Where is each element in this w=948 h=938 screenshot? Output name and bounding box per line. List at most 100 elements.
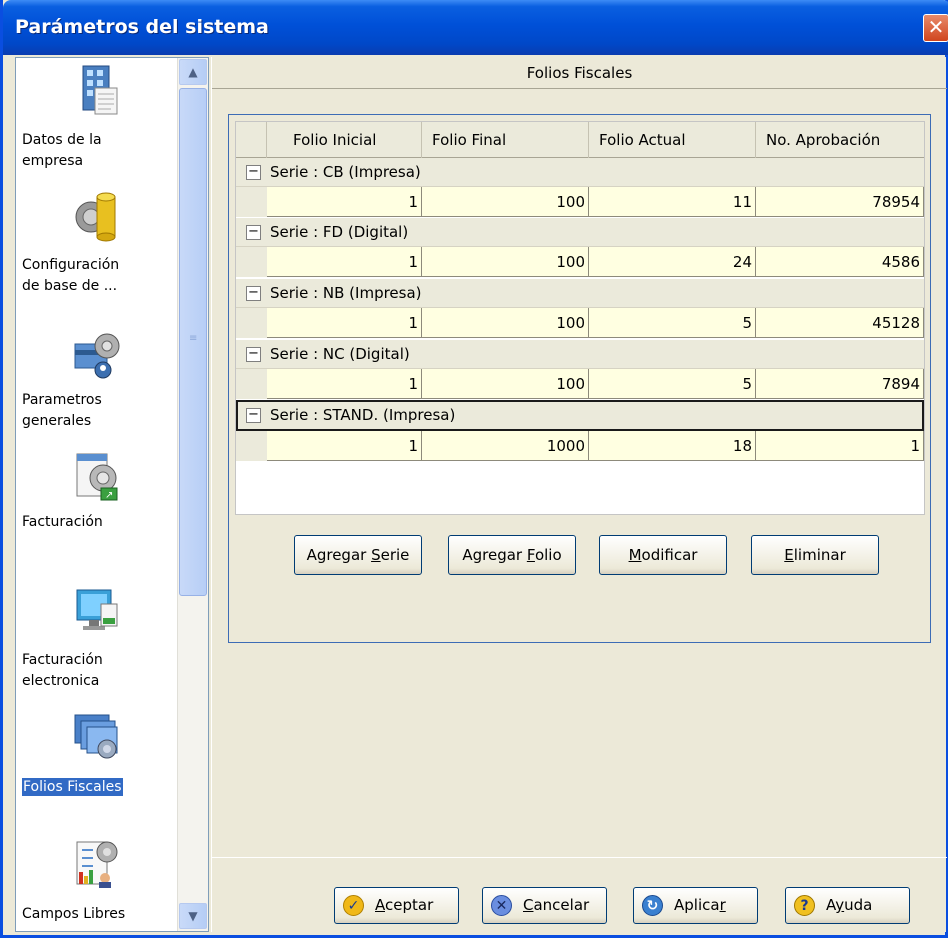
checkmark-icon: ✓ <box>343 895 364 916</box>
sidebar-item-label: Datos de la empresa <box>22 132 102 169</box>
grip-icon: ≡ <box>189 333 198 344</box>
sidebar-item-facturacion-electronica[interactable]: Facturación electronica <box>16 584 178 692</box>
sidebar-item-label: Parametros generales <box>22 392 102 429</box>
series-group-row[interactable]: − Serie : NC (Digital) <box>236 340 924 369</box>
scroll-thumb[interactable]: ≡ <box>179 88 207 596</box>
aceptar-button[interactable]: ✓ Aceptar <box>334 887 459 924</box>
column-no-aprobacion[interactable]: No. Aprobación <box>756 122 924 158</box>
column-folio-final[interactable]: Folio Final <box>422 122 589 158</box>
cell-aprobacion[interactable]: 78954 <box>756 187 924 217</box>
series-label: Serie : NC (Digital) <box>270 345 410 363</box>
series-group-row[interactable]: − Serie : FD (Digital) <box>236 218 924 247</box>
agregar-serie-button[interactable]: Agregar Serie <box>294 535 422 575</box>
aceptar-label: Aceptar <box>375 896 434 914</box>
table-row[interactable]: 1 100 5 7894 <box>236 369 924 399</box>
collapse-icon[interactable]: − <box>246 347 261 362</box>
svg-text:↗: ↗ <box>105 490 113 501</box>
grid-header: Folio Inicial Folio Final Folio Actual N… <box>236 122 924 158</box>
series-label: Serie : STAND. (Impresa) <box>270 406 456 424</box>
collapse-icon[interactable]: − <box>246 165 261 180</box>
cell-aprobacion[interactable]: 4586 <box>756 247 924 277</box>
ayuda-button[interactable]: ? Ayuda <box>785 887 910 924</box>
system-parameters-window: Parámetros del sistema ✕ Datos de la emp… <box>0 0 948 938</box>
scroll-down-button[interactable]: ▼ <box>179 903 207 929</box>
cancelar-label: Cancelar <box>523 896 590 914</box>
refresh-icon: ↻ <box>642 895 663 916</box>
series-label: Serie : NB (Impresa) <box>270 284 422 302</box>
cell-folio-final[interactable]: 100 <box>422 308 589 338</box>
database-icon <box>73 191 121 243</box>
cell-folio-actual[interactable]: 5 <box>589 369 756 399</box>
sidebar-item-label: Campos Libres <box>22 906 126 922</box>
cell-folio-actual[interactable]: 11 <box>589 187 756 217</box>
sidebar-item-label: Configuración de base de ... <box>22 257 120 294</box>
collapse-icon[interactable]: − <box>246 408 261 423</box>
modificar-button[interactable]: Modificar <box>599 535 727 575</box>
cancel-x-icon: ✕ <box>491 895 512 916</box>
sidebar-scrollbar[interactable]: ▲ ≡ ▼ <box>177 58 208 931</box>
electronic-invoice-icon <box>73 584 121 636</box>
cell-folio-final[interactable]: 100 <box>422 369 589 399</box>
cell-aprobacion[interactable]: 1 <box>756 431 924 461</box>
settings-card-icon <box>73 328 121 380</box>
cell-folio-actual[interactable]: 5 <box>589 308 756 338</box>
sidebar-list: Datos de la empresa Configuración de base … <box>16 58 178 931</box>
sidebar: Datos de la empresa Configuración de base … <box>15 57 209 932</box>
ayuda-label: Ayuda <box>826 896 873 914</box>
cell-folio-actual[interactable]: 24 <box>589 247 756 277</box>
cell-folio-inicial[interactable]: 1 <box>267 308 422 338</box>
series-label: Serie : CB (Impresa) <box>270 163 421 181</box>
column-folio-actual[interactable]: Folio Actual <box>589 122 756 158</box>
table-row[interactable]: 1 100 5 45128 <box>236 308 924 338</box>
cell-folio-final[interactable]: 100 <box>422 187 589 217</box>
folios-grid[interactable]: Folio Inicial Folio Final Folio Actual N… <box>235 121 925 515</box>
grid-header-indent <box>236 122 267 158</box>
fiscal-folios-icon <box>73 711 121 763</box>
dialog-buttons: ✓ Aceptar ✕ Cancelar ↻ Aplicar ? Ayuda <box>212 857 947 932</box>
window-title: Parámetros del sistema <box>15 16 269 38</box>
sidebar-item-label: Facturación <box>22 514 103 530</box>
collapse-icon[interactable]: − <box>246 286 261 301</box>
eliminar-button[interactable]: Eliminar <box>751 535 879 575</box>
cell-folio-inicial[interactable]: 1 <box>267 247 422 277</box>
sidebar-item-folios-fiscales[interactable]: Folios Fiscales <box>16 711 178 798</box>
sidebar-item-label: Folios Fiscales <box>21 777 124 797</box>
sidebar-item-label: Facturación electronica <box>22 652 103 689</box>
series-group-row-selected[interactable]: − Serie : STAND. (Impresa) <box>236 400 924 431</box>
free-fields-icon <box>73 838 121 890</box>
table-row[interactable]: 1 100 24 4586 <box>236 247 924 277</box>
cell-aprobacion[interactable]: 7894 <box>756 369 924 399</box>
cell-folio-inicial[interactable]: 1 <box>267 369 422 399</box>
series-group-row[interactable]: − Serie : CB (Impresa) <box>236 158 924 187</box>
collapse-icon[interactable]: − <box>246 225 261 240</box>
folios-group: Folio Inicial Folio Final Folio Actual N… <box>228 114 931 643</box>
agregar-folio-button[interactable]: Agregar Folio <box>448 535 576 575</box>
close-button[interactable]: ✕ <box>923 14 948 42</box>
cell-aprobacion[interactable]: 45128 <box>756 308 924 338</box>
sidebar-item-campos-libres[interactable]: Campos Libres <box>16 838 178 925</box>
aplicar-label: Aplicar <box>674 896 726 914</box>
sidebar-item-configuracion-bd[interactable]: Configuración de base de ... <box>16 191 178 297</box>
table-row[interactable]: 1 100 11 78954 <box>236 187 924 217</box>
cell-folio-final[interactable]: 1000 <box>422 431 589 461</box>
cell-folio-inicial[interactable]: 1 <box>267 187 422 217</box>
series-label: Serie : FD (Digital) <box>270 223 409 241</box>
cell-folio-final[interactable]: 100 <box>422 247 589 277</box>
aplicar-button[interactable]: ↻ Aplicar <box>633 887 758 924</box>
cell-folio-inicial[interactable]: 1 <box>267 431 422 461</box>
title-bar: Parámetros del sistema ✕ <box>3 0 948 55</box>
series-group-row[interactable]: − Serie : NB (Impresa) <box>236 279 924 308</box>
main-panel: Folios Fiscales Folio Inicial Folio Fina… <box>211 57 947 932</box>
panel-title: Folios Fiscales <box>212 57 947 89</box>
invoice-icon: ↗ <box>73 450 121 502</box>
building-document-icon <box>73 64 121 116</box>
sidebar-item-facturacion[interactable]: ↗ Facturación <box>16 450 178 533</box>
cancelar-button[interactable]: ✕ Cancelar <box>482 887 607 924</box>
sidebar-item-datos-empresa[interactable]: Datos de la empresa <box>16 58 178 172</box>
scroll-up-button[interactable]: ▲ <box>179 59 207 85</box>
cell-folio-actual[interactable]: 18 <box>589 431 756 461</box>
table-row[interactable]: 1 1000 18 1 <box>236 431 924 461</box>
help-icon: ? <box>794 895 815 916</box>
sidebar-item-parametros-generales[interactable]: Parametros generales <box>16 328 178 432</box>
column-folio-inicial[interactable]: Folio Inicial <box>267 122 422 158</box>
